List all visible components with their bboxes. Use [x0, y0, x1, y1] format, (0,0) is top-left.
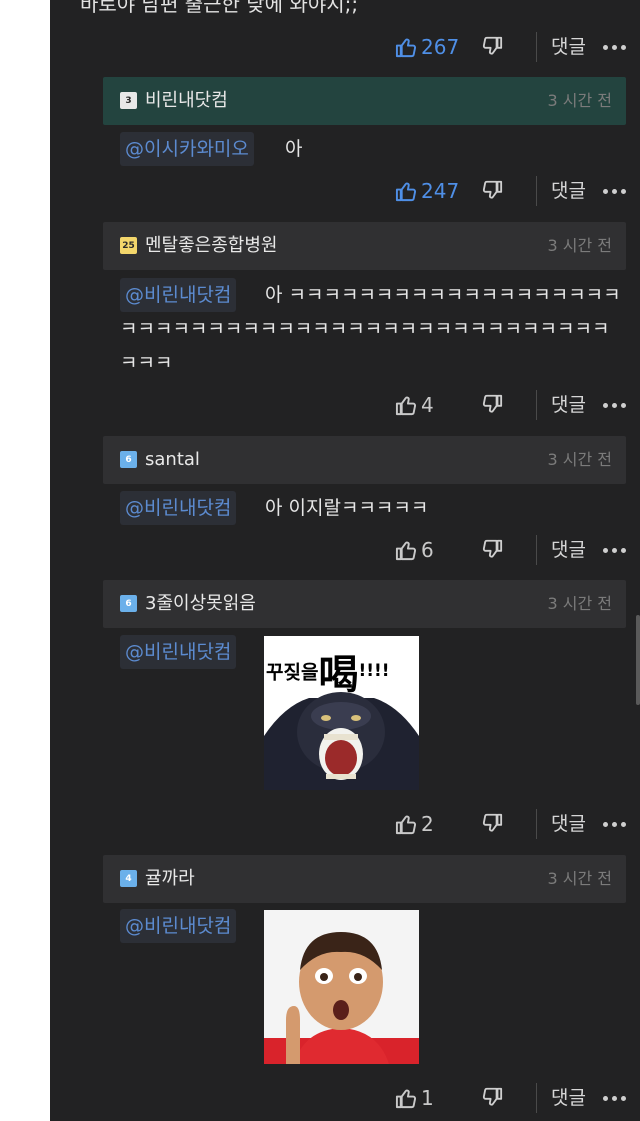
gorilla-meme-image[interactable]: 꾸짖을喝!!!! — [264, 636, 419, 790]
divider — [536, 1083, 537, 1113]
divider — [536, 176, 537, 206]
timestamp: 3 시간 전 — [547, 594, 612, 613]
like-button[interactable]: 4 — [395, 391, 434, 419]
thumbs-down-icon[interactable] — [481, 812, 503, 834]
thumbs-up-icon — [395, 396, 416, 415]
mention-tag[interactable]: @이시카와미오 — [120, 132, 254, 166]
reply-button[interactable]: 댓글 — [551, 810, 586, 838]
username[interactable]: 멘탈좋은종합병원 — [145, 234, 277, 258]
reply-button[interactable]: 댓글 — [551, 1084, 586, 1112]
like-count: 1 — [421, 1086, 434, 1110]
like-count: 2 — [421, 812, 434, 836]
comment-header: 6 santal 3 시간 전 — [103, 436, 626, 484]
username[interactable]: 3줄이상못읽음 — [145, 592, 256, 616]
comment-actions: 247 댓글 — [50, 171, 640, 211]
thumbs-up-icon — [395, 541, 416, 560]
divider — [536, 809, 537, 839]
more-dots-icon[interactable] — [603, 189, 627, 195]
surprised-kid-image[interactable] — [264, 910, 419, 1064]
like-button[interactable]: 6 — [395, 536, 434, 564]
username[interactable]: santal — [145, 448, 200, 472]
level-badge-icon: 6 — [120, 451, 137, 468]
timestamp: 3 시간 전 — [547, 236, 612, 255]
comment-actions: 2 댓글 — [50, 804, 640, 844]
comment-panel: 바로야 남편 출근한 닺에 와야지;; 267 댓글 3 비린내닷컴 3 시간 … — [50, 0, 640, 1121]
thumbs-up-icon — [395, 815, 416, 834]
like-count: 6 — [421, 538, 434, 562]
like-button[interactable]: 1 — [395, 1084, 434, 1112]
thumbs-down-icon[interactable] — [481, 393, 503, 415]
thumbs-down-icon[interactable] — [481, 35, 503, 57]
reply-button[interactable]: 댓글 — [551, 177, 586, 205]
mention-tag[interactable]: @비린내닷컴 — [120, 491, 237, 525]
timestamp: 3 시간 전 — [547, 869, 612, 888]
comment-actions: 1 댓글 — [50, 1078, 640, 1118]
divider — [536, 32, 537, 62]
thumbs-down-icon[interactable] — [481, 1086, 503, 1108]
divider — [536, 535, 537, 565]
gorilla-illustration — [264, 692, 419, 790]
thumbs-down-icon[interactable] — [481, 538, 503, 560]
scrollbar[interactable] — [636, 615, 640, 705]
reply-button[interactable]: 댓글 — [551, 33, 586, 61]
like-count: 267 — [421, 35, 460, 59]
level-badge-icon: 6 — [120, 595, 137, 612]
comment-header: 3 비린내닷컴 3 시간 전 — [103, 77, 626, 125]
comment-header: 25 멘탈좋은종합병원 3 시간 전 — [103, 222, 626, 270]
comment-text: 아 — [285, 138, 303, 160]
timestamp: 3 시간 전 — [547, 91, 612, 110]
like-count: 247 — [421, 179, 460, 203]
timestamp: 3 시간 전 — [547, 450, 612, 469]
more-dots-icon[interactable] — [603, 1096, 627, 1102]
mention-tag[interactable]: @비린내닷컴 — [120, 909, 237, 943]
comment-header: 6 3줄이상못읽음 3 시간 전 — [103, 580, 626, 628]
thumbs-down-icon[interactable] — [481, 179, 503, 201]
like-count: 4 — [421, 393, 434, 417]
level-badge-icon: 25 — [120, 237, 137, 254]
comment-text: 아 ㅋㅋㅋㅋㅋㅋㅋㅋㅋㅋㅋㅋㅋㅋㅋㅋㅋㅋㅋ — [265, 284, 621, 306]
more-dots-icon[interactable] — [603, 822, 627, 828]
level-badge-icon: 3 — [120, 92, 137, 109]
post-actions: 267 댓글 — [50, 27, 640, 67]
more-dots-icon[interactable] — [603, 548, 627, 554]
more-dots-icon[interactable] — [603, 403, 627, 409]
comment-text: ㅋㅋㅋ — [120, 352, 173, 374]
like-button[interactable]: 2 — [395, 810, 434, 838]
like-button[interactable]: 247 — [395, 177, 459, 205]
username[interactable]: 비린내닷컴 — [145, 89, 228, 113]
thumbs-up-icon — [395, 38, 416, 57]
comment-text: ㅋㅋㅋㅋㅋㅋㅋㅋㅋㅋㅋㅋㅋㅋㅋㅋㅋㅋㅋㅋㅋㅋㅋㅋㅋㅋㅋㅋ — [120, 318, 610, 340]
username[interactable]: 귤까라 — [145, 867, 195, 891]
comment-header: 4 귤까라 3 시간 전 — [103, 855, 626, 903]
more-dots-icon[interactable] — [603, 45, 627, 51]
comment-actions: 6 댓글 — [50, 530, 640, 570]
mention-tag[interactable]: @비린내닷컴 — [120, 278, 237, 312]
thumbs-up-icon — [395, 1089, 416, 1108]
post-text: 바로야 남편 출근한 닺에 와야지;; — [80, 0, 359, 16]
level-badge-icon: 4 — [120, 870, 137, 887]
surprised-kid-illustration — [264, 932, 419, 1064]
comment-actions: 4 댓글 — [50, 385, 640, 425]
like-button[interactable]: 267 — [395, 33, 459, 61]
reply-button[interactable]: 댓글 — [551, 536, 586, 564]
comment-text: 아 이지랄ㅋㅋㅋㅋㅋ — [265, 497, 429, 519]
reply-button[interactable]: 댓글 — [551, 391, 586, 419]
mention-tag[interactable]: @비린내닷컴 — [120, 635, 237, 669]
thumbs-up-icon — [395, 182, 416, 201]
divider — [536, 390, 537, 420]
